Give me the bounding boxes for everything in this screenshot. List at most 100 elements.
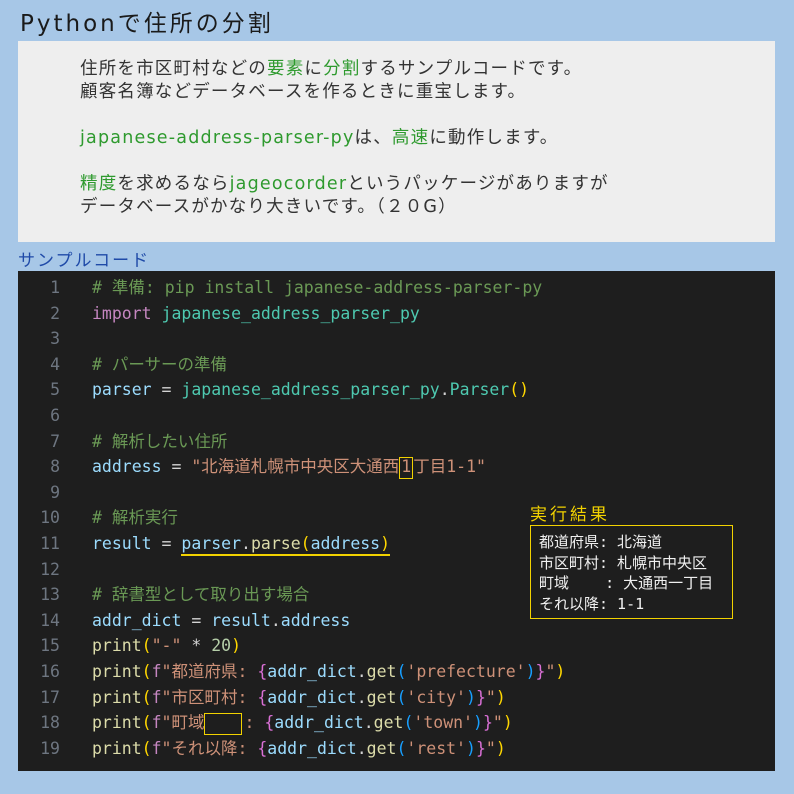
code-token: print bbox=[92, 662, 142, 681]
highlight-text: japanese-address-parser-py bbox=[80, 128, 355, 148]
code-token: ( bbox=[403, 713, 414, 733]
intro-line-3: japanese-address-parser-pyは、高速に動作します。 bbox=[80, 127, 775, 150]
code-token: ) bbox=[555, 662, 566, 681]
code-token: } bbox=[475, 687, 486, 707]
code-line[interactable]: 9 bbox=[18, 480, 775, 505]
code-token: = bbox=[181, 610, 212, 630]
code-token: : bbox=[244, 713, 265, 733]
line-number: 17 bbox=[40, 687, 60, 707]
code-token: " bbox=[485, 738, 496, 758]
code-line[interactable]: 4 # パーサーの準備 bbox=[18, 352, 775, 377]
code-token: { bbox=[257, 662, 268, 681]
sample-code-label: サンプルコード bbox=[18, 251, 151, 271]
code-text: # 辞書型として取り出す場合 bbox=[92, 582, 309, 607]
code-token: 'town' bbox=[413, 713, 473, 733]
code-line[interactable]: 17 print(f"市区町村: {addr_dict.get('city')}"… bbox=[18, 685, 775, 710]
code-token: " bbox=[545, 662, 556, 681]
code-token: ( bbox=[141, 662, 152, 681]
page-title: Pythonで住所の分割 bbox=[20, 11, 274, 37]
code-token: address bbox=[280, 610, 351, 630]
code-token: . bbox=[356, 687, 367, 707]
code-token: f bbox=[151, 662, 162, 681]
code-token: japanese_address_parser_py bbox=[161, 303, 420, 323]
code-token: . bbox=[241, 534, 251, 556]
code-text: print(f"それ以降: {addr_dict.get('rest')}") bbox=[92, 736, 506, 761]
code-line[interactable]: 15 print("-" * 20) bbox=[18, 633, 775, 658]
code-line[interactable]: 3 bbox=[18, 326, 775, 351]
line-number: 5 bbox=[50, 380, 60, 400]
code-text: # パーサーの準備 bbox=[92, 352, 227, 377]
code-token: . bbox=[356, 662, 367, 681]
code-token: f bbox=[151, 738, 162, 758]
code-text: print(f"都道府県: {addr_dict.get('prefecture… bbox=[92, 659, 565, 684]
result-box: 都道府県: 北海道 市区町村: 札幌市中央区 町域 : 大通西一丁目 それ以降: 1-… bbox=[530, 525, 733, 619]
intro-line-4: 精度を求めるならjageocorderというパッケージがありますが bbox=[80, 173, 775, 196]
code-token: f bbox=[151, 713, 162, 733]
code-text: # 準備: pip install japanese-address-parse… bbox=[92, 275, 542, 300]
code-token: japanese_address_parser_py bbox=[181, 380, 440, 400]
code-token: ( bbox=[300, 534, 311, 556]
code-token: 1 bbox=[399, 456, 414, 479]
code-token: "都道府県: bbox=[161, 662, 258, 681]
code-token: Parser bbox=[449, 380, 510, 400]
code-token: ) bbox=[502, 713, 513, 733]
code-token: parser bbox=[92, 380, 152, 400]
intro-panel: 住所を市区町村などの要素に分割するサンプルコードです。 顧客名簿などデータベース… bbox=[18, 41, 775, 242]
code-token: ( bbox=[396, 687, 407, 707]
code-token: ) bbox=[473, 713, 483, 733]
line-number: 12 bbox=[40, 559, 60, 579]
code-line[interactable]: 19 print(f"それ以降: {addr_dict.get('rest')}"… bbox=[18, 736, 775, 761]
code-token: } bbox=[482, 713, 493, 733]
code-token: "-" bbox=[151, 636, 182, 656]
line-number: 2 bbox=[50, 303, 60, 323]
code-text: print(f"市区町村: {addr_dict.get('city')}") bbox=[92, 685, 506, 710]
code-token: . bbox=[356, 738, 367, 758]
intro-text: に bbox=[304, 59, 324, 79]
code-token: addr_dict bbox=[92, 610, 182, 630]
code-token: } bbox=[475, 738, 486, 758]
line-number: 10 bbox=[40, 508, 60, 528]
code-token: get bbox=[366, 738, 397, 758]
code-token: address bbox=[310, 534, 381, 556]
code-line[interactable]: 18 print(f"町域 : {addr_dict.get('town')}") bbox=[18, 710, 775, 735]
code-token: ( bbox=[396, 738, 407, 758]
code-token: result bbox=[211, 610, 271, 630]
code-token: "町域 bbox=[161, 713, 205, 733]
intro-text: するサンプルコードです。 bbox=[360, 59, 583, 79]
code-token: print bbox=[92, 687, 142, 707]
code-token: addr_dict bbox=[267, 662, 357, 681]
code-line[interactable]: 1 # 準備: pip install japanese-address-pars… bbox=[18, 275, 775, 300]
code-line[interactable]: 2 import japanese_address_parser_py bbox=[18, 301, 775, 326]
code-line[interactable]: 8 address = "北海道札幌市中央区大通西 1 丁目1-1" bbox=[18, 454, 775, 479]
code-token: . bbox=[270, 610, 281, 630]
code-text: address = "北海道札幌市中央区大通西 1 丁目1-1" bbox=[92, 454, 486, 479]
code-token: ( bbox=[396, 662, 407, 681]
code-line[interactable]: 5 parser = japanese_address_parser_py.Par… bbox=[18, 377, 775, 402]
code-line[interactable]: 6 bbox=[18, 403, 775, 428]
line-number: 3 bbox=[50, 329, 60, 349]
code-token: 20 bbox=[211, 636, 232, 656]
code-text: addr_dict = result.address bbox=[92, 608, 350, 633]
code-line[interactable]: 7 # 解析したい住所 bbox=[18, 429, 775, 454]
line-number: 8 bbox=[50, 457, 60, 477]
code-token: 'rest' bbox=[406, 738, 466, 758]
code-token: address bbox=[92, 457, 162, 477]
code-token: "それ以降: bbox=[161, 738, 258, 758]
code-token: f bbox=[151, 687, 162, 707]
code-text: parser = japanese_address_parser_py.Pars… bbox=[92, 377, 529, 402]
code-token: 'city' bbox=[406, 687, 466, 707]
code-editor[interactable]: 1 # 準備: pip install japanese-address-pars… bbox=[18, 271, 775, 771]
intro-line-2: 顧客名簿などデータベースを作るときに重宝します。 bbox=[80, 82, 527, 102]
intro-gap bbox=[80, 150, 775, 173]
code-token: ( bbox=[141, 636, 152, 656]
code-token: get bbox=[366, 687, 397, 707]
code-token: print bbox=[92, 636, 142, 656]
result-line: 都道府県: 北海道 bbox=[539, 533, 663, 551]
code-line[interactable]: 16 print(f"都道府県: {addr_dict.get('prefectu… bbox=[18, 659, 775, 684]
line-number: 6 bbox=[50, 406, 60, 425]
code-text: print(f"町域 : {addr_dict.get('town')}") bbox=[92, 710, 513, 735]
code-token: " bbox=[492, 713, 503, 733]
code-token: * bbox=[181, 636, 212, 656]
intro-line-1: 住所を市区町村などの要素に分割するサンプルコードです。 bbox=[80, 58, 775, 81]
